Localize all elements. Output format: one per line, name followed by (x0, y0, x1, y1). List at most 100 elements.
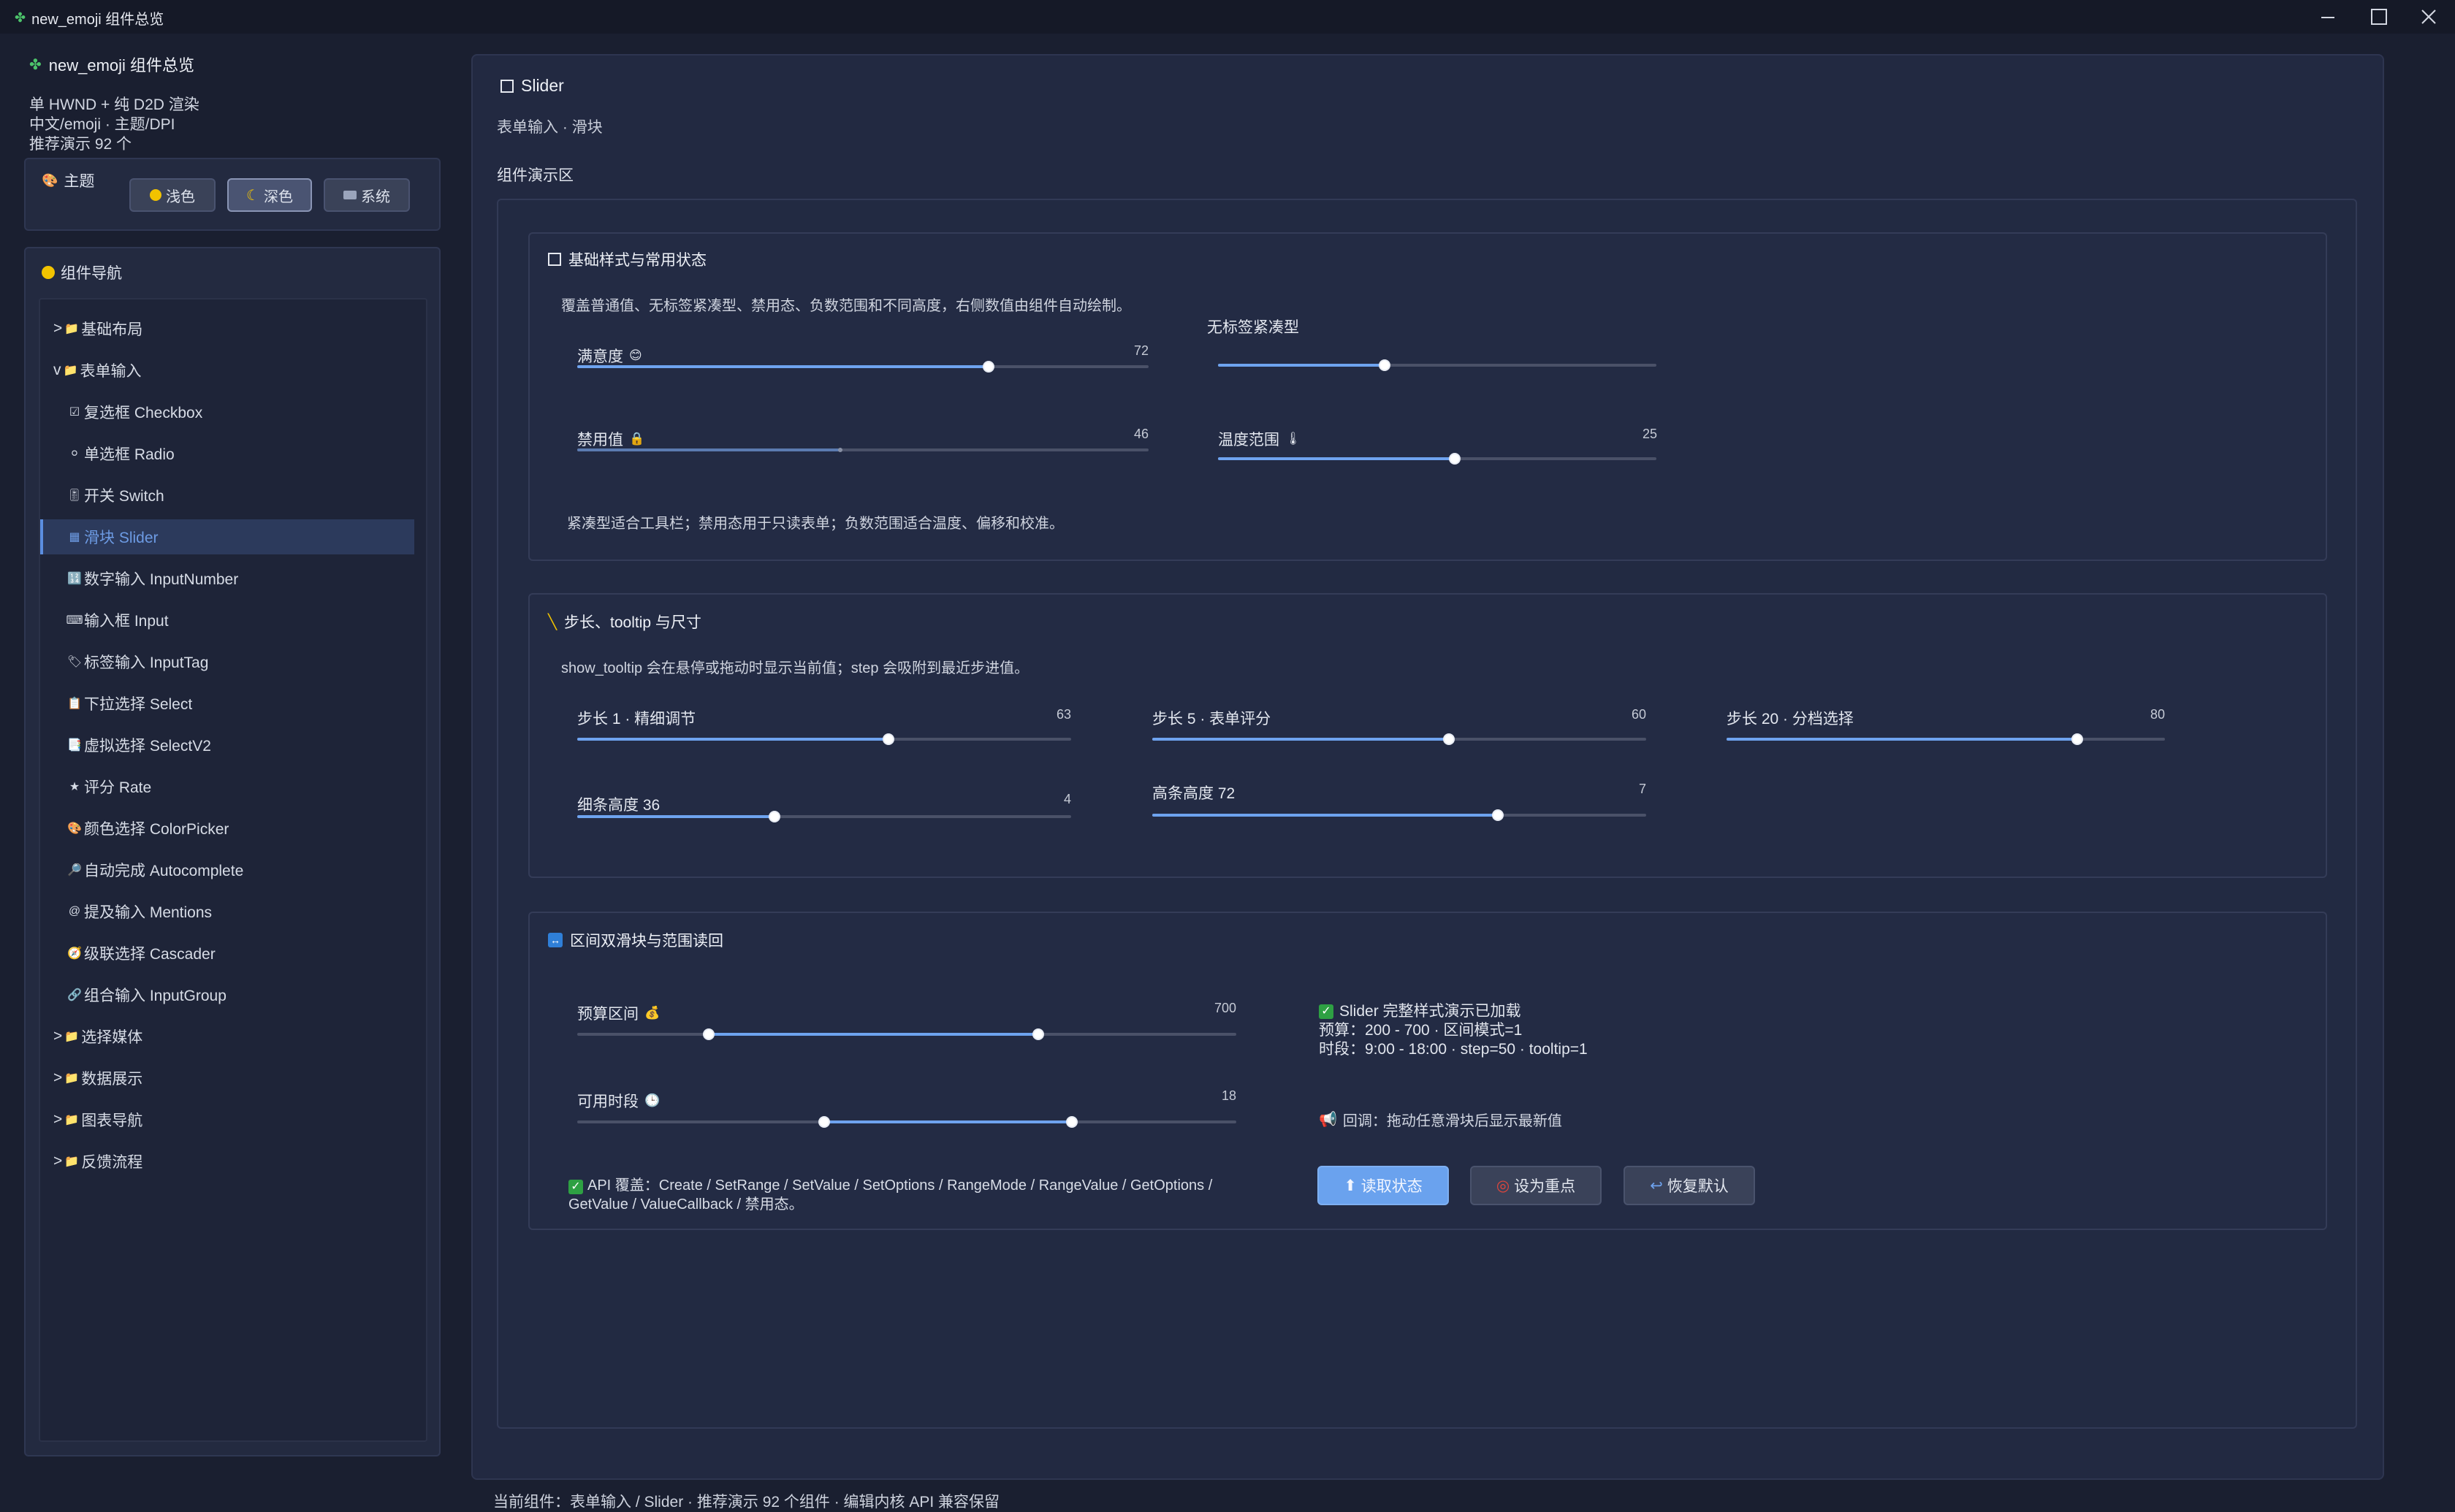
slider-fill (1152, 814, 1499, 817)
nav-item-label: 下拉选择 Select (84, 696, 193, 713)
nav-item-13[interactable]: 🔎 自动完成 Autocomplete (40, 852, 414, 887)
nav-item-17[interactable]: > 📁 选择媒体 (40, 1019, 414, 1054)
nav-item-label: 图表导航 (81, 1112, 143, 1129)
slider-label-text: 满意度 (577, 348, 623, 365)
slider-label-text: 高条高度 72 (1152, 785, 1236, 802)
nav-item-16[interactable]: 🔗 组合输入 InputGroup (40, 977, 414, 1012)
minimize-button[interactable] (2303, 0, 2353, 34)
nav-item-20[interactable]: > 📁 反馈流程 (40, 1144, 414, 1179)
theme-label-text: 主题 (64, 173, 95, 190)
read-state-button[interactable]: ⬆ 读取状态 (1317, 1166, 1449, 1205)
basic-card-title-text: 基础样式与常用状态 (568, 252, 707, 269)
slider-thumb[interactable] (882, 733, 894, 745)
nav-item-label: 虚拟选择 SelectV2 (84, 738, 211, 755)
minimize-icon (2321, 17, 2334, 18)
component-icon: ☑ (69, 406, 80, 419)
slider-fill (577, 448, 840, 451)
nav-item-12[interactable]: 🎨 颜色选择 ColorPicker (40, 811, 414, 846)
slider-fill (1152, 738, 1449, 741)
step-card-desc: show_tooltip 会在悬停或拖动时显示当前值；step 会吸附到最近步进… (561, 660, 1029, 676)
reset-button[interactable]: ↩ 恢复默认 (1624, 1166, 1755, 1205)
nav-tree[interactable]: > 📁 基础布局 v 📁 表单输入 ☑ 复选框 Checkbox ⚪ 单选框 Radio 🎚 开关 S… (39, 298, 427, 1442)
nav-item-5[interactable]: ▦ 滑块 Slider (40, 519, 414, 554)
page-subtitle: 表单输入 · 滑块 (497, 119, 603, 136)
slider-thumb-high[interactable] (1065, 1116, 1078, 1128)
collapsed-chevron-icon[interactable]: > (53, 320, 62, 337)
collapsed-chevron-icon[interactable]: > (53, 1028, 62, 1045)
slider-value: 80 (2150, 707, 2165, 722)
component-icon: 🏷 (66, 656, 83, 668)
close-button[interactable] (2404, 0, 2454, 34)
nav-item-0[interactable]: > 📁 基础布局 (40, 311, 414, 346)
collapsed-chevron-icon[interactable]: > (53, 1153, 62, 1170)
basic-card-desc: 覆盖普通值、无标签紧凑型、禁用态、负数范围和不同高度，右侧数值由组件自动绘制。 (561, 298, 1131, 314)
nav-item-18[interactable]: > 📁 数据展示 (40, 1061, 414, 1096)
slider-label-icon: 🕒 (644, 1093, 661, 1107)
component-icon: ⌨ (66, 614, 83, 627)
folder-icon: 📁 (64, 323, 80, 335)
upload-icon: ⬆ (1344, 1177, 1357, 1194)
slider-thumb[interactable] (2071, 733, 2083, 745)
nav-item-11[interactable]: ★ 评分 Rate (40, 769, 414, 804)
component-icon: ⚪ (69, 448, 80, 460)
theme-system-label: 系统 (361, 188, 390, 205)
moon-icon: ☾ (246, 187, 259, 204)
nav-item-2[interactable]: ☑ 复选框 Checkbox (40, 394, 414, 429)
nav-item-10[interactable]: 📑 虚拟选择 SelectV2 (40, 728, 414, 763)
slider-thumb[interactable] (1442, 733, 1455, 745)
component-icon: ▦ (69, 531, 80, 543)
nav-item-3[interactable]: ⚪ 单选框 Radio (40, 436, 414, 471)
status-bar: 当前组件：表单输入 / Slider · 推荐演示 92 个组件 · 编辑内核 … (493, 1494, 1000, 1511)
set-focus-button[interactable]: ◎ 设为重点 (1470, 1166, 1602, 1205)
slider-value: 25 (1642, 427, 1657, 441)
slider-label-text: 温度范围 (1218, 432, 1279, 448)
slider-thumb[interactable] (837, 448, 842, 452)
collapsed-chevron-icon[interactable]: > (53, 1111, 62, 1129)
slider-value: 700 (1214, 1001, 1236, 1015)
step-card-title-text: 步长、tooltip 与尺寸 (564, 614, 701, 631)
slider-fill (1727, 738, 2077, 741)
status-title: Slider 完整样式演示已加载 (1339, 1003, 1521, 1020)
slider-label: 温度范围 🌡 (1218, 428, 1301, 450)
theme-system-button[interactable]: 系统 (324, 178, 410, 212)
nav-item-14[interactable]: @ 提及输入 Mentions (40, 894, 414, 929)
maximize-button[interactable] (2354, 0, 2404, 34)
ruler-icon: ╲ (548, 614, 557, 630)
nav-item-6[interactable]: 🔢 数字输入 InputNumber (40, 561, 414, 596)
nav-item-4[interactable]: 🎚 开关 Switch (40, 478, 414, 513)
slider-fill (1218, 457, 1455, 460)
nav-item-19[interactable]: > 📁 图表导航 (40, 1102, 414, 1137)
nav-item-7[interactable]: ⌨ 输入框 Input (40, 603, 414, 638)
nav-item-label: 选择媒体 (81, 1029, 143, 1046)
slider-label-text: 步长 1 · 精细调节 (577, 711, 696, 728)
app-info: 单 HWND + 纯 D2D 渲染 中文/emoji · 主题/DPI 推荐演示… (29, 95, 438, 154)
folder-icon: 📁 (64, 1114, 80, 1126)
step-card (528, 593, 2327, 878)
slider-value: 60 (1631, 707, 1646, 722)
undo-icon: ↩ (1650, 1177, 1663, 1194)
page-title-text: Slider (521, 76, 564, 95)
nav-item-label: 自动完成 Autocomplete (84, 863, 244, 879)
nav-item-label: 反馈流程 (81, 1154, 143, 1171)
status-readout: ✓ Slider 完整样式演示已加载 预算：200 - 700 · 区间模式=1… (1319, 1002, 1588, 1059)
slider-thumb[interactable] (983, 361, 995, 373)
component-icon: 🎨 (67, 822, 82, 835)
nav-item-8[interactable]: 🏷 标签输入 InputTag (40, 644, 414, 679)
sun-icon (150, 189, 161, 201)
step-card-title: ╲ 步长、tooltip 与尺寸 (548, 611, 701, 633)
app-info-line: 推荐演示 92 个 (29, 136, 132, 153)
expanded-chevron-icon[interactable]: v (53, 362, 61, 379)
nav-item-1[interactable]: v 📁 表单输入 (40, 353, 414, 388)
maximize-icon (2371, 9, 2387, 25)
slider-label-text: 预算区间 (577, 1006, 639, 1023)
slider-thumb[interactable] (1449, 453, 1461, 465)
collapsed-chevron-icon[interactable]: > (53, 1069, 62, 1087)
slider-thumb[interactable] (1379, 359, 1390, 371)
theme-light-button[interactable]: 浅色 (129, 178, 216, 212)
slider-label-text: 禁用值 (577, 432, 623, 448)
theme-dark-button[interactable]: ☾ 深色 (227, 178, 312, 212)
nav-item-label: 滑块 Slider (84, 530, 159, 546)
nav-item-15[interactable]: 🧭 级联选择 Cascader (40, 936, 414, 971)
nav-item-9[interactable]: 📋 下拉选择 Select (40, 686, 414, 721)
slider-label-icon: 🔒 (629, 432, 645, 446)
